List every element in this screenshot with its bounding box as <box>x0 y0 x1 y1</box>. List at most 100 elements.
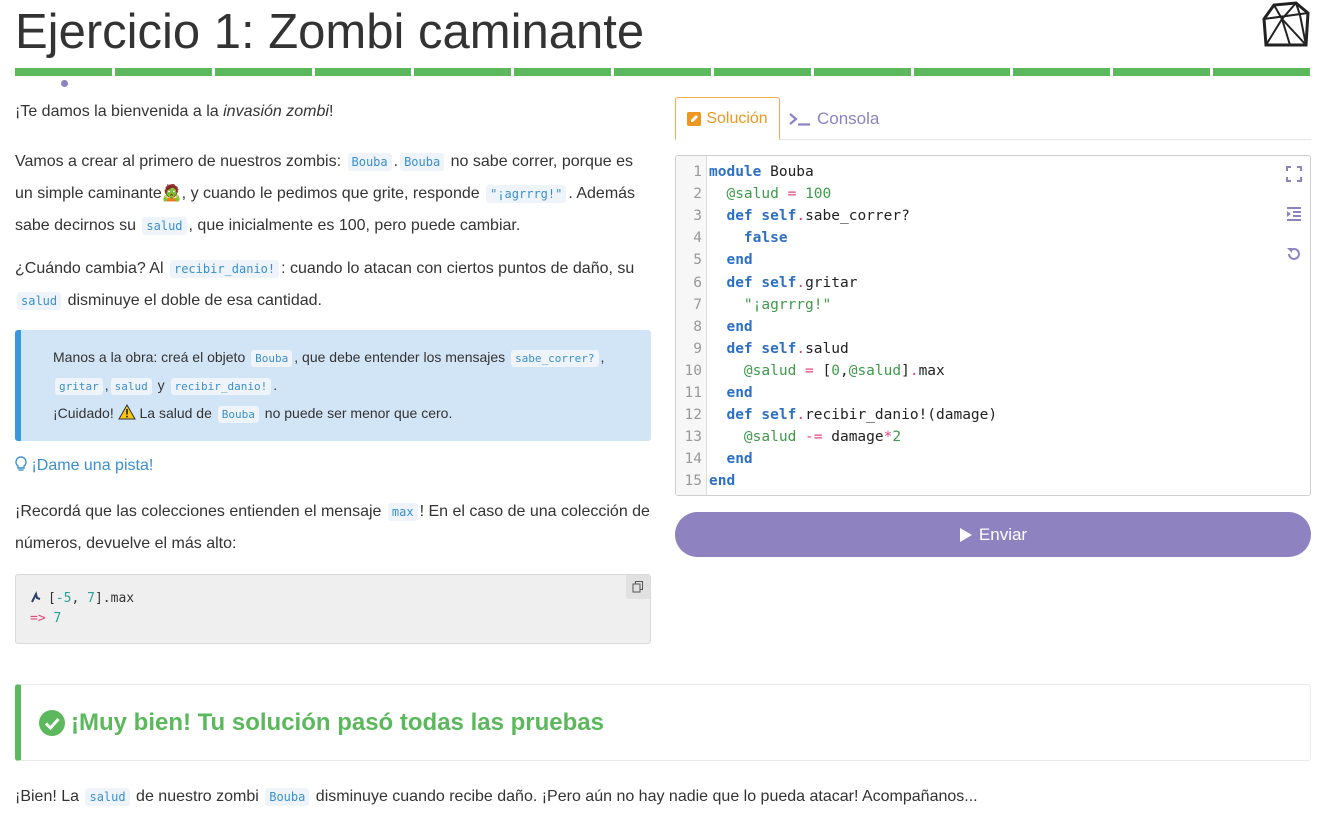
tab-console[interactable]: Consola <box>789 97 879 140</box>
tab-console-label: Consola <box>817 108 880 128</box>
code-line[interactable]: end <box>704 451 752 467</box>
warning-icon <box>117 404 136 420</box>
edit-icon <box>687 111 702 126</box>
copy-button[interactable] <box>626 575 650 599</box>
code-token: 7 <box>53 611 62 626</box>
task-callout: Manos a la obra: creá el objeto Bouba, q… <box>15 330 651 441</box>
text: ¡Recordá que las colecciones entienden e… <box>15 503 386 520</box>
progress-segment[interactable] <box>15 68 112 76</box>
code-line[interactable]: false <box>704 230 788 246</box>
progress-segment[interactable] <box>114 68 212 76</box>
result-banner: ¡Muy bien! Tu solución pasó todas las pr… <box>15 684 1311 761</box>
line-number: 14 <box>684 451 702 468</box>
text: disminuye el doble de esa cantidad. <box>63 292 322 309</box>
line-number: 4 <box>693 230 702 247</box>
code-line[interactable]: "¡agrrrg!" <box>704 297 831 313</box>
code-token: => <box>30 611 46 626</box>
code-line[interactable]: end <box>704 252 752 268</box>
line-number: 2 <box>693 186 702 203</box>
indent-button[interactable] <box>1284 204 1304 224</box>
fullscreen-icon <box>1286 166 1302 182</box>
code-line[interactable]: @salud -= damage*2 <box>704 429 901 445</box>
inline-code: Bouba <box>265 788 310 806</box>
remember-paragraph: ¡Recordá que las colecciones entienden e… <box>15 496 652 559</box>
code-line[interactable]: def self.gritar <box>704 275 857 291</box>
inline-code: gritar <box>55 378 103 395</box>
line-number: 7 <box>693 296 702 313</box>
progress-segment[interactable] <box>1013 68 1111 76</box>
text: , que debe entender los mensajes <box>294 349 510 365</box>
progress-segment[interactable] <box>514 68 612 76</box>
terminal-icon <box>789 112 810 126</box>
change-paragraph: ¿Cuándo cambia? Al recibir_danio!: cuand… <box>15 253 652 317</box>
code-line[interactable]: @salud = 100 <box>704 186 831 202</box>
editor-toolbar <box>1284 164 1304 284</box>
inline-code: salud <box>110 378 152 395</box>
progress-segment[interactable] <box>214 68 312 76</box>
code-line[interactable]: end <box>704 319 752 335</box>
text: Vamos a crear al primero de nuestros zom… <box>15 153 346 170</box>
progress-segment[interactable] <box>614 68 711 76</box>
line-number: 12 <box>684 407 702 424</box>
text: de nuestro zombi <box>131 788 264 805</box>
text: y <box>153 377 169 393</box>
text: , y cuando le pedimos que grite, respond… <box>181 185 485 202</box>
current-exercise-marker <box>61 80 68 87</box>
code-line[interactable]: end <box>704 473 735 489</box>
line-number: 8 <box>693 318 702 335</box>
page-title: Ejercicio 1: Zombi caminante <box>15 5 645 59</box>
code-line[interactable]: end <box>704 385 752 401</box>
result-title: ¡Muy bien! Tu solución pasó todas las pr… <box>71 708 604 736</box>
progress-segment[interactable] <box>913 68 1011 76</box>
code-token: -5 <box>55 591 72 606</box>
text: , <box>600 349 605 365</box>
text: : cuando lo atacan con ciertos puntos de… <box>281 260 635 277</box>
code-editor[interactable]: 1 module Bouba 2 @salud = 100 3 def self.… <box>675 155 1311 496</box>
lightbulb-icon <box>15 456 27 471</box>
code-line[interactable]: def self.salud <box>704 341 848 357</box>
text: ! <box>328 103 334 120</box>
submit-button[interactable]: Enviar <box>675 512 1311 557</box>
line-number: 3 <box>693 208 702 225</box>
code-lines[interactable]: 1 module Bouba 2 @salud = 100 3 def self.… <box>676 161 1276 492</box>
code-line[interactable]: @salud = [0,@salud].max <box>704 363 945 379</box>
code-line[interactable]: def self.sabe_correr? <box>704 208 909 224</box>
example-output-line: => 7 <box>30 609 636 629</box>
text: Manos a la obra: creá el objeto <box>53 349 250 365</box>
tab-solution[interactable]: Solución <box>675 97 780 140</box>
line-number: 6 <box>693 274 702 291</box>
progress-segment[interactable] <box>1213 68 1310 76</box>
code-token: , <box>71 591 88 606</box>
text: ¡Bien! La <box>15 788 84 805</box>
text: ¡Te damos la bienvenida a la <box>15 103 224 120</box>
progress-segment[interactable] <box>414 68 512 76</box>
inline-code: max <box>387 503 418 521</box>
progress-segment[interactable] <box>1113 68 1211 76</box>
exercise-progress-bar <box>15 68 1310 76</box>
inline-code: recibir_danio! <box>169 260 280 278</box>
text: La salud de <box>135 405 216 421</box>
inline-code: Bouba <box>347 153 392 171</box>
ruby-logo-icon <box>1262 1 1310 47</box>
code-line[interactable]: module Bouba <box>704 164 814 180</box>
inline-code: salud <box>85 788 130 806</box>
hint-link[interactable]: ¡Dame una pista! <box>15 454 153 478</box>
fullscreen-button[interactable] <box>1284 164 1304 184</box>
inline-code: salud <box>17 292 62 310</box>
inline-code: salud <box>142 217 187 235</box>
line-number: 11 <box>684 384 702 401</box>
copy-icon <box>632 581 643 593</box>
progress-segment[interactable] <box>314 68 412 76</box>
progress-segment[interactable] <box>813 68 911 76</box>
emphasis-text: invasión zombi <box>223 103 329 120</box>
progress-segment[interactable] <box>713 68 811 76</box>
line-number: 9 <box>693 340 702 357</box>
indent-icon <box>1287 207 1301 221</box>
play-icon <box>959 527 972 542</box>
tab-solution-label: Solución <box>706 109 768 127</box>
text: ¿Cuándo cambia? Al <box>15 260 168 277</box>
reset-button[interactable] <box>1284 244 1304 264</box>
code-line[interactable]: def self.recibir_danio!(damage) <box>704 407 997 423</box>
line-number: 5 <box>693 252 702 269</box>
code-example: [-5, 7].max => 7 <box>15 574 651 644</box>
